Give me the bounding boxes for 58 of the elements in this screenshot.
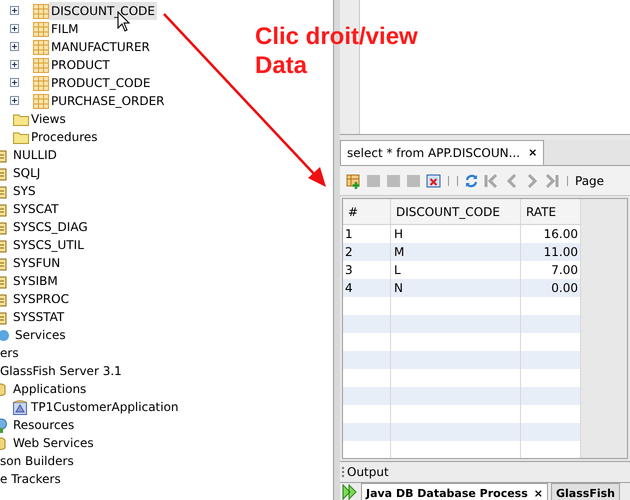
tree-item[interactable]: SYSPROC <box>11 290 71 308</box>
grip-icon[interactable] <box>342 467 345 477</box>
delete-icon[interactable] <box>426 172 442 188</box>
table-icon <box>33 76 49 90</box>
table-icon <box>33 40 49 54</box>
editor-tab[interactable]: select * from APP.DISCOUN... × <box>340 140 544 165</box>
expand-icon[interactable] <box>10 24 19 33</box>
tree-item[interactable]: SYS <box>11 182 38 200</box>
expand-icon[interactable] <box>10 6 19 15</box>
column-header[interactable]: RATE <box>521 199 581 224</box>
annotation-text: Clic droit/view Data <box>255 22 418 80</box>
tree-item[interactable]: FILM <box>49 20 80 38</box>
folder-icon <box>13 112 29 126</box>
tree-item[interactable]: PRODUCT <box>49 56 112 74</box>
output-tab[interactable]: Java DB Database Process × <box>361 483 548 500</box>
table-icon <box>33 94 49 108</box>
tree-item[interactable]: NULLID <box>11 146 59 164</box>
tree-item[interactable]: e Trackers <box>0 470 63 488</box>
tree-item[interactable]: Resources <box>11 416 76 434</box>
tree-item[interactable]: DISCOUNT_CODE <box>49 2 157 20</box>
tree-item[interactable]: son Builders <box>0 452 76 470</box>
tree-item[interactable]: TP1CustomerApplication <box>29 398 181 416</box>
tree-item[interactable]: SYSIBM <box>11 272 60 290</box>
column-header[interactable]: DISCOUNT_CODE <box>391 199 521 224</box>
tree-item[interactable]: Web Services <box>11 434 96 452</box>
tree-item[interactable]: SYSSTAT <box>11 308 66 326</box>
expand-icon[interactable] <box>10 60 19 69</box>
expand-icon[interactable] <box>10 78 19 87</box>
insert-row-icon[interactable] <box>346 172 362 188</box>
tree-item[interactable]: SYSCS_UTIL <box>11 236 86 254</box>
output-tab[interactable]: GlassFish <box>551 483 620 500</box>
tree-item[interactable]: GlassFish Server 3.1 <box>0 362 124 380</box>
table-icon <box>33 58 49 72</box>
panel-title: Output <box>347 464 389 481</box>
globe-icon <box>0 328 10 342</box>
application-icon <box>13 400 27 414</box>
column-header[interactable]: # <box>343 199 391 224</box>
tree-item[interactable]: SQLJ <box>11 164 42 182</box>
tree-item[interactable]: Services <box>13 326 68 344</box>
tree-item[interactable]: MANUFACTURER <box>49 38 152 56</box>
refresh-icon[interactable] <box>464 172 480 188</box>
tree-item[interactable]: PRODUCT_CODE <box>49 74 152 92</box>
tree-item[interactable]: Procedures <box>29 128 100 146</box>
table-icon <box>33 4 49 18</box>
tree-item[interactable]: SYSCAT <box>11 200 61 218</box>
tree-item[interactable]: SYSFUN <box>11 254 62 272</box>
tree-item[interactable]: Applications <box>11 380 88 398</box>
tree-item[interactable]: ers <box>0 344 21 362</box>
expand-icon[interactable] <box>10 42 19 51</box>
tree-item[interactable]: Views <box>29 110 68 128</box>
table-icon <box>33 22 49 36</box>
close-icon[interactable]: × <box>534 486 543 500</box>
tree-item[interactable]: PURCHASE_ORDER <box>49 92 167 110</box>
close-icon[interactable]: × <box>528 144 538 162</box>
folder-icon <box>13 130 29 144</box>
page-label: Page <box>575 172 604 190</box>
tree-item[interactable]: SYSCS_DIAG <box>11 218 90 236</box>
expand-icon[interactable] <box>10 96 19 105</box>
